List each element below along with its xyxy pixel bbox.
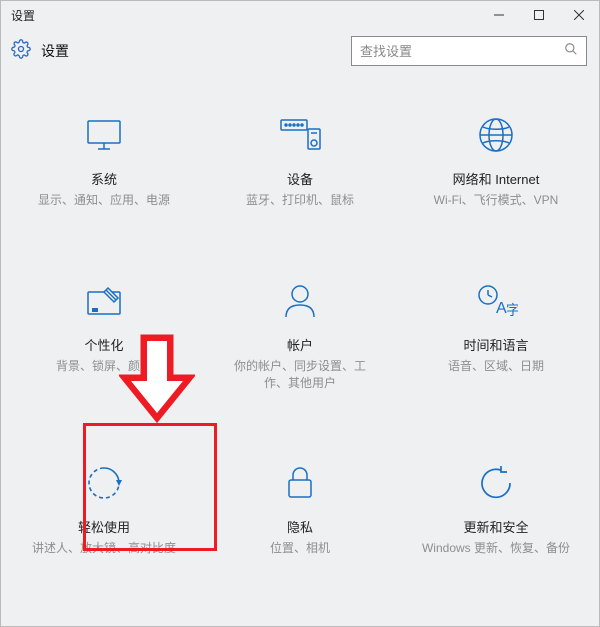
close-button[interactable] [559,1,599,29]
tile-title: 设备 [287,169,313,188]
tile-desc: 显示、通知、应用、电源 [34,192,174,209]
tile-desc: 位置、相机 [266,540,334,557]
privacy-icon [285,461,315,505]
tile-title: 系统 [91,169,117,188]
tile-accounts[interactable]: 帐户 你的帐户、同步设置、工作、其他用户 [220,279,380,392]
minimize-icon [494,10,504,20]
minimize-button[interactable] [479,1,519,29]
network-icon [477,113,515,157]
header-title: 设置 [41,41,69,61]
tile-ease-of-access[interactable]: 轻松使用 讲述人、放大镜、高对比度 [24,461,184,557]
tile-title: 帐户 [287,335,313,354]
tile-title: 轻松使用 [78,517,130,536]
tile-desc: Windows 更新、恢复、备份 [418,540,574,557]
tile-title: 时间和语言 [463,335,528,354]
search-box[interactable] [351,36,587,66]
time-language-icon: A 字 [474,279,518,323]
tile-devices[interactable]: 设备 蓝牙、打印机、鼠标 [220,113,380,209]
window-controls [479,1,599,29]
search-icon [564,42,578,61]
ease-of-access-icon [85,461,123,505]
header-left: 设置 [11,39,69,64]
tile-desc: 你的帐户、同步设置、工作、其他用户 [220,358,380,392]
gear-icon [11,39,31,64]
header: 设置 [1,29,599,73]
tile-privacy[interactable]: 隐私 位置、相机 [220,461,380,557]
tile-network[interactable]: 网络和 Internet Wi-Fi、飞行模式、VPN [416,113,576,209]
titlebar: 设置 [1,1,599,29]
tile-time-language[interactable]: A 字 时间和语言 语音、区域、日期 [416,279,576,392]
tile-desc: 语音、区域、日期 [444,358,548,375]
settings-window: 设置 设置 [0,0,600,627]
tile-title: 个性化 [84,335,123,354]
tile-desc: 讲述人、放大镜、高对比度 [28,540,180,557]
tile-title: 隐私 [287,517,313,536]
content: 系统 显示、通知、应用、电源 设备 蓝牙、打印机、鼠标 [1,73,599,626]
personalization-icon [84,279,124,323]
accounts-icon [283,279,317,323]
tile-desc: Wi-Fi、飞行模式、VPN [430,192,563,209]
maximize-button[interactable] [519,1,559,29]
tile-update-security[interactable]: 更新和安全 Windows 更新、恢复、备份 [416,461,576,557]
devices-icon [278,113,322,157]
tile-personalization[interactable]: 个性化 背景、锁屏、颜色 [24,279,184,392]
svg-text:字: 字 [506,302,518,318]
tile-desc: 背景、锁屏、颜色 [52,358,156,375]
system-icon [84,113,124,157]
update-security-icon [477,461,515,505]
search-input[interactable] [360,44,564,59]
maximize-icon [534,10,544,20]
tile-desc: 蓝牙、打印机、鼠标 [242,192,358,209]
window-title: 设置 [11,7,35,24]
tile-title: 网络和 Internet [453,169,540,188]
close-icon [574,10,584,20]
settings-grid: 系统 显示、通知、应用、电源 设备 蓝牙、打印机、鼠标 [11,113,589,557]
tile-title: 更新和安全 [463,517,528,536]
tile-system[interactable]: 系统 显示、通知、应用、电源 [24,113,184,209]
